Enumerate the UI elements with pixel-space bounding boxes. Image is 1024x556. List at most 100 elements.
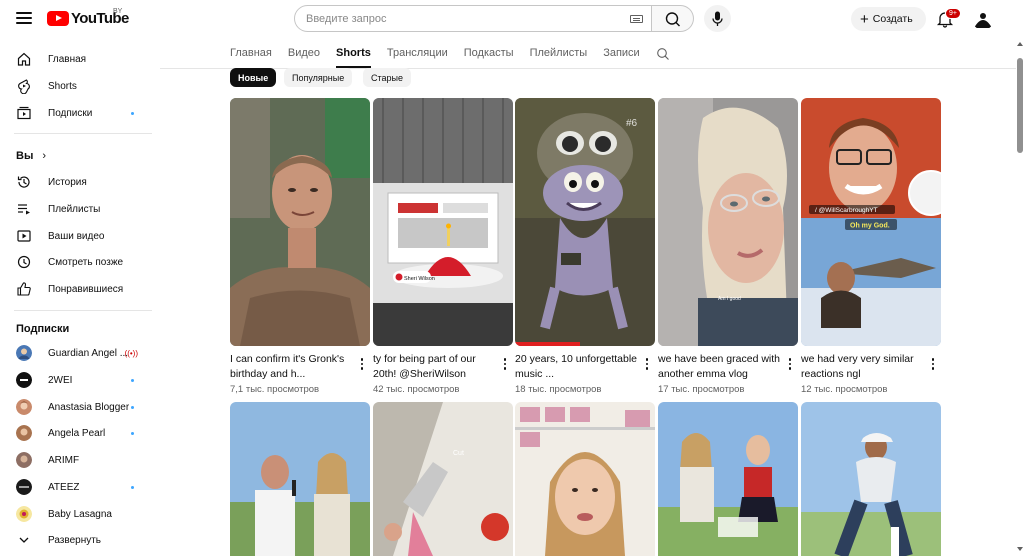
sidebar-item-label: Shorts [48, 80, 77, 92]
subscriptions-heading: Подписки [16, 323, 70, 335]
sidebar-item-shorts[interactable]: Shorts [6, 73, 152, 99]
sidebar-item-label: Понравившиеся [48, 283, 124, 295]
sidebar-item-label: 2WEI [48, 374, 73, 386]
short-thumbnail-image [230, 402, 370, 556]
sidebar-item-liked[interactable]: Понравившиеся [6, 276, 152, 302]
short-title[interactable]: we have been graced with another emma vl… [658, 352, 780, 381]
watch-later-icon [17, 255, 31, 269]
search-button[interactable] [652, 5, 694, 32]
sidebar-subscription-guardian-angel[interactable]: Guardian Angel ... ((•)) [6, 340, 152, 366]
more-options-icon[interactable] [499, 356, 511, 372]
short-thumbnail[interactable]: Am I good [658, 98, 798, 346]
short-card [658, 402, 798, 556]
sidebar-subscription-baby-lasagna[interactable]: Baby Lasagna [6, 501, 152, 527]
short-card [515, 402, 655, 556]
sidebar-item-label: Guardian Angel ... [48, 347, 129, 359]
short-thumbnail[interactable]: Sheri Wilson [373, 98, 513, 346]
sidebar-item-label: Anastasia Blogger [48, 401, 130, 413]
short-card [230, 402, 370, 556]
short-title[interactable]: I can confirm it's Gronk's birthday and … [230, 352, 352, 381]
short-thumbnail-image [515, 402, 655, 556]
channel-avatar [16, 399, 32, 415]
channel-avatar [16, 479, 32, 495]
new-content-dot [131, 405, 134, 409]
sidebar-item-label: Развернуть [48, 534, 102, 546]
account-avatar[interactable] [972, 8, 994, 30]
sidebar-item-label: Ваши видео [48, 230, 105, 242]
channel-avatar [16, 425, 32, 441]
sidebar-subscription-2wei[interactable]: 2WEI [6, 367, 152, 393]
scroll-up-icon[interactable] [1017, 41, 1023, 47]
sidebar-subscription-ateez[interactable]: ATEEZ [6, 474, 152, 500]
notification-badge: 9+ [945, 8, 961, 19]
tab-videos[interactable]: Видео [288, 42, 320, 68]
short-thumbnail[interactable] [801, 402, 941, 556]
search-input[interactable] [306, 6, 626, 31]
sidebar-item-label: Подписки [48, 107, 93, 119]
sidebar-subscription-anastasia-blogger[interactable]: Anastasia Blogger [6, 394, 152, 420]
more-options-icon[interactable] [784, 356, 796, 372]
search-icon [665, 12, 680, 27]
more-options-icon[interactable] [927, 356, 939, 372]
scroll-down-icon[interactable] [1017, 546, 1023, 552]
short-views: 18 тыс. просмотров [515, 384, 602, 395]
short-thumbnail[interactable]: #6 [515, 98, 655, 346]
you-section-link[interactable]: Вы › [16, 150, 46, 162]
sidebar-item-your-videos[interactable]: Ваши видео [6, 223, 152, 249]
more-options-icon[interactable] [356, 356, 368, 372]
sidebar-item-history[interactable]: История [6, 169, 152, 195]
sidebar-item-watch-later[interactable]: Смотреть позже [6, 249, 152, 275]
shorts-icon [18, 79, 30, 94]
handle-overlay: / @WillScarbroughYT [815, 207, 878, 214]
tab-home[interactable]: Главная [230, 42, 272, 68]
short-thumbnail[interactable] [230, 402, 370, 556]
chip-newest[interactable]: Новые [230, 68, 277, 87]
sidebar-divider [14, 310, 152, 311]
short-thumbnail-image: #6 [515, 98, 655, 346]
page-scrollbar[interactable] [1016, 38, 1024, 556]
short-thumbnail[interactable] [230, 98, 370, 346]
keyboard-icon[interactable] [630, 15, 643, 23]
short-title[interactable]: we had very very similar reactions ngl [801, 352, 923, 381]
short-card: Am I good we have been graced with anoth… [658, 98, 798, 395]
tab-playlists[interactable]: Плейлисты [530, 42, 588, 68]
tab-podcasts[interactable]: Подкасты [464, 42, 514, 68]
account-avatar-image [972, 8, 994, 30]
tab-live[interactable]: Трансляции [387, 42, 448, 68]
sidebar-item-playlists[interactable]: Плейлисты [6, 196, 152, 222]
more-options-icon[interactable] [641, 356, 653, 372]
short-thumbnail[interactable] [515, 402, 655, 556]
sidebar-item-subscriptions[interactable]: Подписки [6, 100, 152, 126]
sidebar-item-home[interactable]: Главная [6, 46, 152, 72]
short-title[interactable]: 20 years, 10 unforgettable music ... [515, 352, 637, 381]
channel-search-icon[interactable] [656, 47, 670, 61]
chip-oldest[interactable]: Старые [363, 68, 412, 87]
short-thumbnail[interactable]: Cut [373, 402, 513, 556]
live-icon: ((•)) [124, 348, 138, 358]
voice-search-button[interactable] [704, 5, 731, 32]
scrollbar-thumb[interactable] [1017, 58, 1023, 153]
short-thumbnail-image: Cut [373, 402, 513, 556]
short-title[interactable]: ty for being part of our 20th! @SheriWil… [373, 352, 495, 381]
channel-avatar [16, 452, 32, 468]
create-button[interactable]: + Создать [851, 7, 926, 31]
sidebar-subscription-arimf[interactable]: ARIMF [6, 447, 152, 473]
chevron-right-icon: › [42, 150, 47, 162]
chip-popular[interactable]: Популярные [284, 68, 353, 87]
menu-icon[interactable] [14, 9, 34, 29]
sidebar-item-label: Angela Pearl [48, 427, 106, 439]
short-thumbnail[interactable]: / @WillScarbroughYT Oh my God. [801, 98, 941, 346]
short-thumbnail[interactable] [658, 402, 798, 556]
chevron-down-icon [19, 537, 29, 543]
tab-shorts[interactable]: Shorts [336, 42, 371, 68]
tab-posts[interactable]: Записи [603, 42, 640, 68]
sidebar: Главная Shorts Подписки Вы › История Пле… [0, 38, 160, 556]
short-views: 12 тыс. просмотров [801, 384, 888, 395]
you-heading: Вы [16, 150, 34, 162]
sidebar-divider [14, 133, 152, 134]
cut-caption: Cut [453, 450, 464, 457]
sidebar-expand-button[interactable]: Развернуть [6, 527, 152, 553]
sidebar-item-label: Плейлисты [48, 203, 101, 215]
sheri-tag: Sheri Wilson [404, 276, 435, 282]
sidebar-subscription-angela-pearl[interactable]: Angela Pearl [6, 420, 152, 446]
